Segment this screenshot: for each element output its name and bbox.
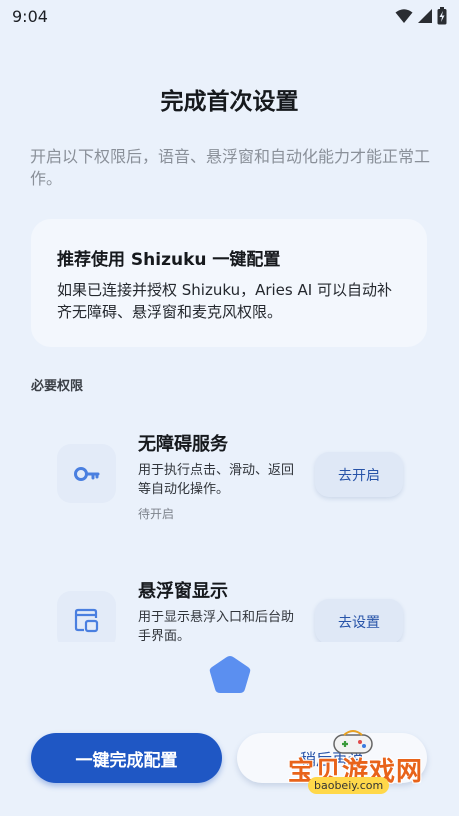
permission-icon-box [57, 591, 116, 642]
section-label: 必要权限 [31, 379, 84, 394]
permission-icon-box [57, 444, 116, 503]
page-title: 完成首次设置 [160, 89, 299, 115]
recommend-description: 如果已连接并授权 Shizuku，Aries AI 可以自动补齐无障碍、悬浮窗和… [57, 281, 392, 321]
permission-description: 用于执行点击、滑动、返回等自动化操作。 [138, 463, 295, 497]
recommend-title: 推荐使用 Shizuku 一键配置 [57, 250, 281, 270]
permission-description: 用于显示悬浮入口和后台助手界面。 [138, 610, 295, 642]
page-subtitle: 开启以下权限后，语音、悬浮窗和自动化能力才能正常工作。 [30, 147, 431, 188]
floating-window-icon [74, 608, 98, 632]
status-time: 9:04 [12, 7, 48, 26]
status-icons [395, 7, 447, 25]
cell-signal-icon [418, 9, 432, 23]
permission-title: 悬浮窗显示 [138, 581, 228, 602]
permission-list[interactable]: 无障碍服务 用于执行点击、滑动、返回等自动化操作。 待开启 去开启 悬浮窗显示 … [0, 400, 459, 642]
shizuku-recommend-card: 推荐使用 Shizuku 一键配置 如果已连接并授权 Shizuku，Aries… [31, 219, 427, 347]
wifi-icon [395, 9, 413, 23]
one-click-setup-button[interactable]: 一键完成配置 [31, 733, 222, 783]
permission-item-floating-window: 悬浮窗显示 用于显示悬浮入口和后台助手界面。 去设置 [0, 575, 459, 642]
watermark-url: baobeiy.com [308, 777, 390, 794]
enable-accessibility-button[interactable]: 去开启 [315, 452, 403, 497]
watermark: 宝贝游戏网 baobeiy.com [284, 725, 434, 797]
permission-item-accessibility: 无障碍服务 用于执行点击、滑动、返回等自动化操作。 待开启 去开启 [0, 400, 459, 521]
loading-indicator [209, 656, 251, 693]
status-bar: 9:04 [0, 0, 459, 34]
permission-status: 待开启 [138, 507, 175, 521]
key-icon [73, 466, 99, 481]
battery-icon [437, 7, 447, 25]
open-floating-window-settings-button[interactable]: 去设置 [315, 599, 403, 642]
permission-title: 无障碍服务 [138, 434, 228, 455]
